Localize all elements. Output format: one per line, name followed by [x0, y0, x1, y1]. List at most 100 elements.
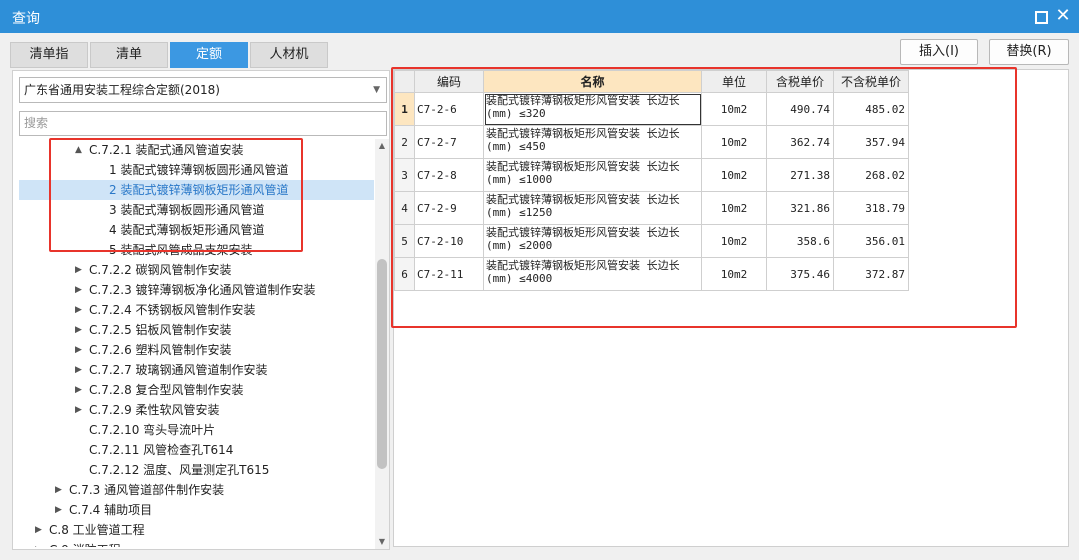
row-number[interactable]: 4	[394, 191, 415, 225]
tree-node[interactable]: ▶ C.7.2.5 铝板风管制作安装	[19, 320, 374, 340]
expand-icon[interactable]: ▶	[75, 320, 85, 340]
row-number[interactable]: 3	[394, 158, 415, 192]
table-row[interactable]: 6 C7-2-11 装配式镀锌薄钢板矩形风管安装 长边长(mm) ≤4000 10m2…	[394, 257, 909, 291]
expand-icon[interactable]: ▶	[75, 280, 85, 300]
expand-icon[interactable]: ▶	[35, 540, 45, 547]
cell-unit[interactable]: 10m2	[701, 125, 767, 159]
cell-code[interactable]: C7-2-6	[414, 92, 484, 126]
cell-code[interactable]: C7-2-10	[414, 224, 484, 258]
tree-node-label: C.7.2.3 镀锌薄钢板净化通风管道制作安装	[89, 283, 316, 297]
cell-price-with-tax[interactable]: 271.38	[766, 158, 834, 192]
tree-node[interactable]: ▶ C.7.2.6 塑料风管制作安装	[19, 340, 374, 360]
expand-icon[interactable]: ▶	[75, 360, 85, 380]
header-price-with-tax[interactable]: 含税单价	[766, 70, 834, 93]
cell-code[interactable]: C7-2-8	[414, 158, 484, 192]
table-row[interactable]: 1 C7-2-6 装配式镀锌薄钢板矩形风管安装 长边长(mm) ≤320 10m2 49…	[394, 92, 909, 126]
tree-node[interactable]: 1 装配式镀锌薄钢板圆形通风管道	[19, 160, 374, 180]
expand-icon[interactable]: ▶	[75, 260, 85, 280]
search-input[interactable]: 搜索	[19, 111, 387, 136]
row-number[interactable]: 6	[394, 257, 415, 291]
cell-unit[interactable]: 10m2	[701, 191, 767, 225]
table-row[interactable]: 3 C7-2-8 装配式镀锌薄钢板矩形风管安装 长边长(mm) ≤1000 10m2 2…	[394, 158, 909, 192]
tree-node[interactable]: ▶ C.7.2.2 碳钢风管制作安装	[19, 260, 374, 280]
cell-price-without-tax[interactable]: 268.02	[833, 158, 909, 192]
table-row[interactable]: 2 C7-2-7 装配式镀锌薄钢板矩形风管安装 长边长(mm) ≤450 10m2 36…	[394, 125, 909, 159]
expand-icon[interactable]: ▶	[75, 300, 85, 320]
cell-code[interactable]: C7-2-7	[414, 125, 484, 159]
tree-node[interactable]: ▶ C.8 工业管道工程	[19, 520, 374, 540]
cell-unit[interactable]: 10m2	[701, 92, 767, 126]
close-icon[interactable]: ✕	[1055, 7, 1071, 25]
expand-icon[interactable]: ▶	[75, 340, 85, 360]
tree-node[interactable]: C.7.2.12 温度、风量测定孔T615	[19, 460, 374, 480]
tree-node[interactable]: ▶ C.7.4 辅助项目	[19, 500, 374, 520]
expand-icon[interactable]: ▶	[35, 520, 45, 540]
cell-code[interactable]: C7-2-11	[414, 257, 484, 291]
insert-button[interactable]: 插入(I)	[900, 39, 978, 65]
cell-price-without-tax[interactable]: 357.94	[833, 125, 909, 159]
row-number[interactable]: 5	[394, 224, 415, 258]
cell-name[interactable]: 装配式镀锌薄钢板矩形风管安装 长边长(mm) ≤450	[483, 125, 702, 159]
expand-icon[interactable]: ▶	[55, 480, 65, 500]
cell-name[interactable]: 装配式镀锌薄钢板矩形风管安装 长边长(mm) ≤4000	[483, 257, 702, 291]
cell-price-with-tax[interactable]: 490.74	[766, 92, 834, 126]
tree-node[interactable]: C.7.2.11 风管检查孔T614	[19, 440, 374, 460]
header-code[interactable]: 编码	[414, 70, 484, 93]
cell-unit[interactable]: 10m2	[701, 224, 767, 258]
header-price-without-tax[interactable]: 不含税单价	[833, 70, 909, 93]
tree-node[interactable]: 4 装配式薄钢板矩形通风管道	[19, 220, 374, 240]
tab-bill-guide[interactable]: 清单指引	[10, 42, 88, 86]
scrollbar-thumb[interactable]	[377, 259, 387, 469]
tree-node[interactable]: ▲ C.7.2.1 装配式通风管道安装	[19, 140, 374, 160]
cell-price-without-tax[interactable]: 372.87	[833, 257, 909, 291]
cell-price-with-tax[interactable]: 321.86	[766, 191, 834, 225]
tab-labor-materials[interactable]: 人材机	[250, 42, 328, 68]
expand-icon[interactable]: ▶	[75, 380, 85, 400]
tree-node-label: 3 装配式薄钢板圆形通风管道	[109, 203, 265, 217]
cell-unit[interactable]: 10m2	[701, 257, 767, 291]
collapse-icon[interactable]: ▲	[75, 140, 85, 160]
scroll-down-icon[interactable]: ▼	[375, 535, 389, 549]
cell-price-without-tax[interactable]: 485.02	[833, 92, 909, 126]
cell-price-without-tax[interactable]: 318.79	[833, 191, 909, 225]
tree-node[interactable]: 5 装配式风管成品支架安装	[19, 240, 374, 260]
header-name[interactable]: 名称	[483, 70, 702, 93]
expand-icon[interactable]: ▶	[75, 400, 85, 420]
cell-price-with-tax[interactable]: 362.74	[766, 125, 834, 159]
tree-scrollbar[interactable]: ▲ ▼	[375, 139, 389, 549]
tab-bill[interactable]: 清单	[90, 42, 168, 68]
tree-node-label: C.8 工业管道工程	[49, 523, 145, 537]
tree-node[interactable]: ▶ C.7.3 通风管道部件制作安装	[19, 480, 374, 500]
maximize-icon[interactable]	[1032, 8, 1048, 24]
tree-node[interactable]: 3 装配式薄钢板圆形通风管道	[19, 200, 374, 220]
cell-name[interactable]: 装配式镀锌薄钢板矩形风管安装 长边长(mm) ≤1000	[483, 158, 702, 192]
row-number[interactable]: 1	[394, 92, 415, 126]
cell-name[interactable]: 装配式镀锌薄钢板矩形风管安装 长边长(mm) ≤2000	[483, 224, 702, 258]
library-select[interactable]: 广东省通用安装工程综合定额(2018) ▼	[19, 77, 387, 103]
table-row[interactable]: 5 C7-2-10 装配式镀锌薄钢板矩形风管安装 长边长(mm) ≤2000 10m2…	[394, 224, 909, 258]
tree-node[interactable]: 2 装配式镀锌薄钢板矩形通风管道	[19, 180, 374, 200]
scroll-up-icon[interactable]: ▲	[375, 139, 389, 153]
cell-name[interactable]: 装配式镀锌薄钢板矩形风管安装 长边长(mm) ≤320	[483, 92, 702, 126]
replace-button[interactable]: 替换(R)	[989, 39, 1069, 65]
table-row[interactable]: 4 C7-2-9 装配式镀锌薄钢板矩形风管安装 长边长(mm) ≤1250 10m2 3…	[394, 191, 909, 225]
tree-node[interactable]: ▶ C.7.2.3 镀锌薄钢板净化通风管道制作安装	[19, 280, 374, 300]
expand-icon[interactable]: ▶	[55, 500, 65, 520]
cell-code[interactable]: C7-2-9	[414, 191, 484, 225]
tree-node[interactable]: ▶ C.7.2.8 复合型风管制作安装	[19, 380, 374, 400]
tree-node[interactable]: ▶ C.9 消防工程	[19, 540, 374, 547]
tree-node[interactable]: ▶ C.7.2.4 不锈钢板风管制作安装	[19, 300, 374, 320]
cell-name[interactable]: 装配式镀锌薄钢板矩形风管安装 长边长(mm) ≤1250	[483, 191, 702, 225]
cell-unit[interactable]: 10m2	[701, 158, 767, 192]
header-unit[interactable]: 单位	[701, 70, 767, 93]
cell-price-with-tax[interactable]: 375.46	[766, 257, 834, 291]
tree-node-label: C.7.2.1 装配式通风管道安装	[89, 143, 244, 157]
cell-price-with-tax[interactable]: 358.6	[766, 224, 834, 258]
tab-quota[interactable]: 定额	[170, 42, 248, 68]
row-number[interactable]: 2	[394, 125, 415, 159]
tree-node[interactable]: C.7.2.10 弯头导流叶片	[19, 420, 374, 440]
tree-node[interactable]: ▶ C.7.2.9 柔性软风管安装	[19, 400, 374, 420]
cell-price-without-tax[interactable]: 356.01	[833, 224, 909, 258]
tree-node[interactable]: ▶ C.7.2.7 玻璃钢通风管道制作安装	[19, 360, 374, 380]
header-row-number	[394, 70, 415, 93]
